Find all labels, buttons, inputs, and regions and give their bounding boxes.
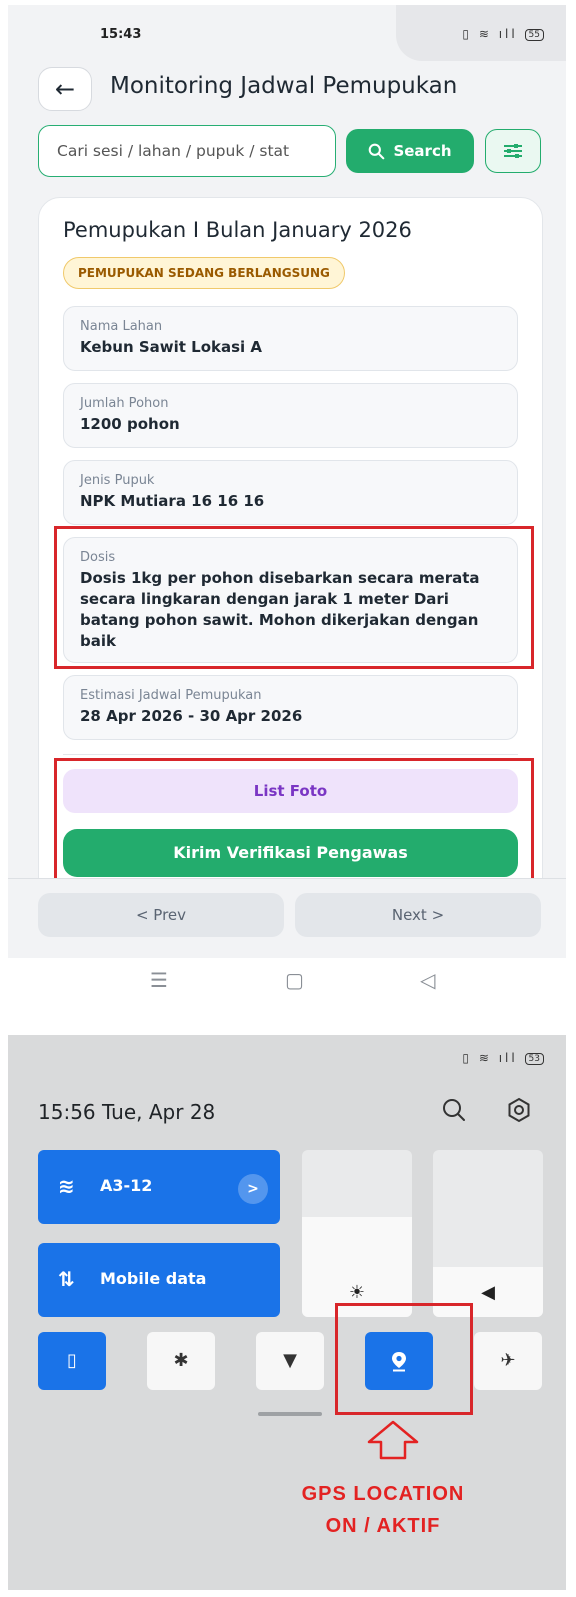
field-jenis-pupuk: Jenis Pupuk NPK Mutiara 16 16 16 [63, 460, 518, 525]
back-arrow-icon: ← [54, 75, 76, 103]
field-estimasi-jadwal: Estimasi Jadwal Pemupukan 28 Apr 2026 - … [63, 675, 518, 740]
vibrate-status-icon: ▯ [462, 1051, 472, 1065]
volume-icon: ◀ [481, 1282, 495, 1303]
vibrate-tile[interactable]: ▯ [38, 1332, 106, 1390]
field-label: Estimasi Jadwal Pemupukan [80, 688, 262, 703]
wifi-icon: ≋ [58, 1174, 75, 1198]
airplane-tile[interactable]: ✈ [474, 1332, 542, 1390]
panel-drag-handle[interactable] [258, 1412, 322, 1416]
app-bar: ← Monitoring Jadwal Pemupukan [38, 67, 558, 113]
field-nama-lahan: Nama Lahan Kebun Sawit Lokasi A [63, 306, 518, 371]
flashlight-icon: ▼ [283, 1350, 297, 1371]
field-label: Nama Lahan [80, 319, 163, 334]
back-button[interactable]: ← [38, 67, 92, 111]
wifi-status-icon: ≋ [478, 1051, 492, 1065]
battery-status-icon: 55 [524, 29, 544, 41]
highlight-buttons-box [54, 758, 534, 882]
gps-annotation: GPS LOCATION ON / AKTIF [248, 1478, 518, 1542]
page-title: Monitoring Jadwal Pemupukan [110, 73, 458, 99]
field-value: Kebun Sawit Lokasi A [80, 338, 263, 356]
filter-button[interactable] [485, 129, 541, 173]
card-divider [63, 754, 518, 755]
vibrate-icon: ▯ [67, 1350, 77, 1371]
airplane-icon: ✈ [500, 1350, 516, 1371]
app-screen: 15:43 ▯ ≋ ıll 55 ← Monitoring Jadwal Pem… [8, 5, 566, 1005]
field-jumlah-pohon: Jumlah Pohon 1200 pohon [63, 383, 518, 448]
brightness-icon: ☀ [348, 1282, 366, 1303]
search-input[interactable]: Cari sesi / lahan / pupuk / stat [38, 125, 336, 177]
status-icons: ▯ ≋ ıll 55 [462, 27, 544, 41]
field-label: Jenis Pupuk [80, 473, 155, 488]
pagination-bar: < Prev Next > [8, 878, 566, 958]
chevron-right-icon[interactable]: > [238, 1174, 268, 1204]
system-nav-bar: ☰ ▢ ◁ [8, 958, 566, 1005]
signal-status-icon: ıll [498, 27, 518, 41]
wifi-tile[interactable]: ≋ A3-12 > [38, 1150, 280, 1224]
search-row: Cari sesi / lahan / pupuk / stat Search [38, 125, 543, 177]
search-button-label: Search [393, 142, 452, 160]
search-button[interactable]: Search [346, 129, 474, 173]
status-bar: 15:43 ▯ ≋ ıll 55 [8, 5, 566, 61]
status-time: 15:43 [100, 27, 142, 42]
qs-datetime: 15:56 Tue, Apr 28 [38, 1100, 216, 1124]
search-icon[interactable] [441, 1097, 467, 1123]
signal-status-icon: ıll [498, 1051, 518, 1065]
volume-slider[interactable]: ◀ [433, 1150, 543, 1317]
vibrate-status-icon: ▯ [462, 27, 472, 41]
status-badge: PEMUPUKAN SEDANG BERLANGSUNG [63, 257, 345, 289]
card-title: Pemupukan I Bulan January 2026 [63, 218, 412, 242]
field-value: 1200 pohon [80, 415, 180, 433]
settings-icon[interactable] [506, 1097, 532, 1123]
flashlight-tile[interactable]: ▼ [256, 1332, 324, 1390]
home-nav-icon[interactable]: ▢ [285, 968, 304, 992]
field-value: NPK Mutiara 16 16 16 [80, 492, 265, 510]
bluetooth-icon: ✱ [173, 1350, 189, 1371]
quick-settings-screen: ▯ ≋ ıll 53 15:56 Tue, Apr 28 ≋ A3-12 > ⇅… [8, 1035, 566, 1590]
gps-annotation-line1: GPS LOCATION [301, 1483, 465, 1505]
mobile-data-tile[interactable]: ⇅ Mobile data [38, 1243, 280, 1317]
gps-annotation-line2: ON / AKTIF [325, 1515, 441, 1537]
next-button[interactable]: Next > [295, 893, 541, 937]
filter-icon [504, 144, 522, 158]
mobile-data-label: Mobile data [100, 1269, 207, 1288]
back-nav-icon[interactable]: ◁ [420, 968, 435, 992]
brightness-slider[interactable]: ☀ [302, 1150, 412, 1317]
menu-nav-icon[interactable]: ☰ [150, 968, 168, 992]
mobile-data-icon: ⇅ [58, 1267, 75, 1291]
prev-button[interactable]: < Prev [38, 893, 284, 937]
highlight-dosis-box [54, 526, 534, 669]
wifi-label: A3-12 [100, 1176, 153, 1195]
wifi-status-icon: ≋ [478, 27, 492, 41]
field-label: Jumlah Pohon [80, 396, 169, 411]
up-arrow-icon [367, 1420, 419, 1460]
search-icon [369, 143, 385, 159]
battery-status-icon: 53 [524, 1053, 544, 1065]
status-icons: ▯ ≋ ıll 53 [462, 1051, 544, 1065]
bluetooth-tile[interactable]: ✱ [147, 1332, 215, 1390]
highlight-location-box [335, 1303, 473, 1415]
field-value: 28 Apr 2026 - 30 Apr 2026 [80, 707, 303, 725]
